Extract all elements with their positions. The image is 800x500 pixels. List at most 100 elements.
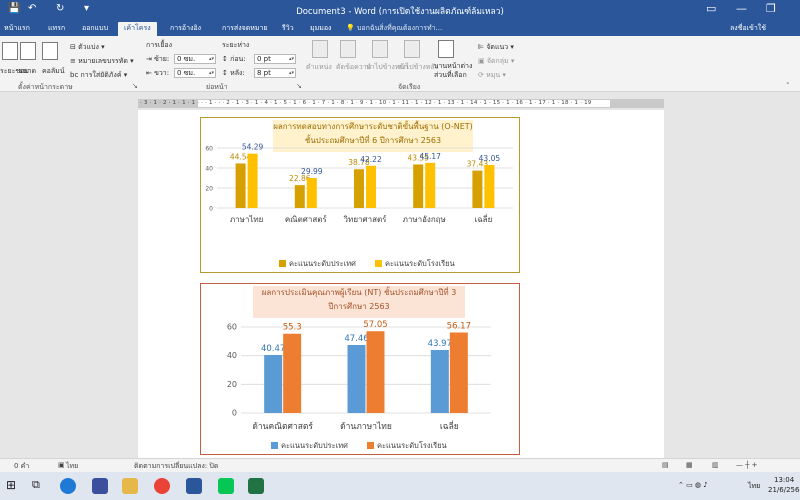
x-tick-label: เฉลี่ย — [440, 420, 459, 432]
file-explorer-icon[interactable] — [122, 478, 138, 494]
selection-pane-icon[interactable] — [438, 40, 454, 58]
data-label: 56.17 — [447, 321, 471, 331]
data-label: 54.29 — [242, 143, 264, 152]
status-bar: 0 คำ ▣ ไทย ติดตามการเปลี่ยนแปลง: ปิด ▤ ▦… — [0, 458, 800, 472]
tab-design[interactable]: ออกแบบ — [82, 22, 108, 36]
tab-review[interactable]: รีวิว — [282, 22, 294, 36]
bar — [347, 344, 366, 413]
window-title: Document3 - Word (การเปิดใช้งานผลิตภัณฑ์… — [296, 7, 504, 17]
x-tick-label: เฉลี่ย — [475, 213, 493, 224]
print-layout-icon[interactable]: ▦ — [686, 461, 693, 469]
bar — [283, 333, 302, 413]
columns-icon[interactable] — [42, 42, 58, 60]
chart-nt[interactable]: ผลการประเมินคุณภาพผู้เรียน (NT) ชั้นประถ… — [200, 283, 520, 455]
input-language[interactable]: ไทย — [748, 481, 760, 492]
legend-label: คะแนนระดับโรงเรียน — [377, 441, 447, 450]
indent-right-input[interactable]: 0 ซม. — [174, 68, 216, 78]
word-icon[interactable] — [186, 478, 202, 494]
collapse-ribbon-icon[interactable]: ˄ — [786, 82, 790, 90]
line-icon[interactable] — [218, 478, 234, 494]
word-count[interactable]: 0 คำ — [14, 461, 29, 472]
bar — [449, 332, 468, 413]
spacing-before-input[interactable]: 0 pt — [254, 54, 296, 64]
tab-layout[interactable]: เค้าโครง — [118, 22, 157, 36]
bar — [484, 164, 495, 208]
tell-me-search[interactable]: 💡 บอกฉันสิ่งที่คุณต้องการทำ... — [346, 22, 442, 36]
read-mode-icon[interactable]: ▤ — [662, 461, 669, 469]
tab-mailings[interactable]: การส่งจดหมาย — [222, 22, 268, 36]
legend-swatch — [271, 442, 278, 449]
chart-onet[interactable]: ผลการทดสอบทางการศึกษาระดับชาติขั้นพื้นฐา… — [200, 117, 520, 273]
rotate-button[interactable]: ⟳ หมุน ▾ — [478, 70, 506, 81]
selection-pane-button[interactable]: บานหน้าต่างส่วนที่เลือก — [434, 62, 474, 80]
clock-time[interactable]: 13:04 — [774, 476, 794, 484]
tab-home[interactable]: หน้าแรก — [4, 22, 30, 36]
data-label: 43.97 — [428, 339, 452, 349]
margins-icon[interactable] — [2, 42, 18, 60]
edge-icon[interactable] — [60, 478, 76, 494]
ruler-right-margin — [610, 99, 664, 108]
bar — [472, 170, 483, 208]
line-numbers-button[interactable]: ≡ หมายเลขบรรทัด ▾ — [70, 56, 134, 67]
page-setup-group-label: ตั้งค่าหน้ากระดาษ — [18, 83, 73, 91]
position-button[interactable]: ตำแหน่ง — [306, 62, 332, 73]
align-button[interactable]: ⊫ จัดแนว ▾ — [478, 42, 514, 53]
y-tick-label: 60 — [205, 146, 213, 153]
data-label: 42.22 — [360, 155, 382, 164]
taskbar: ⊞ ⧉ ⌃ ▭ ◍ ♪ ไทย 13:04 21/6/2564 — [0, 472, 800, 500]
chart-plot: 0 20 40 60 40.47 55.3 ด้านคณิตศาสตร์ 47.46 57.05… — [227, 320, 491, 450]
excel-icon[interactable] — [248, 478, 264, 494]
x-tick-label: ภาษาอังกฤษ — [403, 215, 446, 224]
columns-button[interactable]: คอลัมน์ — [42, 66, 65, 77]
data-label: 43.05 — [479, 154, 501, 163]
signin-link[interactable]: ลงชื่อเข้าใช้ — [730, 22, 766, 36]
language-status[interactable]: ไทย — [66, 461, 78, 472]
paragraph-launcher-icon[interactable]: ↘ — [296, 82, 302, 90]
minimize-icon[interactable]: — — [736, 2, 747, 15]
hyphenation-button[interactable]: bc การใส่ยัติภังค์ ▾ — [70, 70, 127, 81]
restore-icon[interactable]: ❐ — [766, 2, 776, 15]
start-icon[interactable]: ⊞ — [6, 478, 22, 494]
bar — [413, 164, 424, 208]
tab-insert[interactable]: แทรก — [48, 22, 65, 36]
ribbon-display-options-icon[interactable]: ▭ — [706, 2, 716, 15]
position-icon[interactable] — [312, 40, 328, 58]
track-changes-status[interactable]: ติดตามการเปลี่ยนแปลง: ปิด — [134, 461, 218, 472]
bar — [264, 354, 283, 413]
y-tick-label: 0 — [232, 409, 237, 418]
legend-label: คะแนนระดับประเทศ — [289, 259, 356, 268]
x-tick-label: ด้านคณิตศาสตร์ — [252, 421, 313, 432]
y-tick-label: 0 — [209, 206, 213, 213]
clock-date[interactable]: 21/6/2564 — [768, 486, 800, 494]
chrome-icon[interactable] — [154, 478, 170, 494]
proofing-icon[interactable]: ▣ — [58, 461, 65, 469]
tab-view[interactable]: มุมมอง — [310, 22, 331, 36]
tray-icons[interactable]: ⌃ ▭ ◍ ♪ — [678, 481, 708, 489]
group-button[interactable]: ▣ จัดกลุ่ม ▾ — [478, 56, 514, 67]
zoom-slider[interactable]: — ┼ + — [736, 461, 758, 469]
send-backward-button[interactable]: ส่งไปข้างหลัง — [398, 62, 438, 73]
title-bar: 💾 ↶ ↻ ▾ Document3 - Word (การเปิดใช้งานผ… — [0, 0, 800, 20]
bar — [430, 349, 449, 413]
bar — [294, 185, 305, 208]
bar — [247, 153, 258, 208]
indent-left-input[interactable]: 0 ซม. — [174, 54, 216, 64]
arrange-group-label: จัดเรียง — [398, 83, 421, 91]
send-backward-icon[interactable] — [404, 40, 420, 58]
ruler-ticks: · 3 · 1 · 2 · 1 · 1 · 1 · · · 1 · · · 2 … — [140, 100, 592, 106]
breaks-button[interactable]: ⊟ ตัวแบ่ง ▾ — [70, 42, 105, 53]
web-layout-icon[interactable]: ▥ — [712, 461, 719, 469]
page-setup-launcher-icon[interactable]: ↘ — [132, 82, 138, 90]
orientation-icon[interactable] — [20, 42, 36, 60]
tab-references[interactable]: การอ้างอิง — [170, 22, 201, 36]
task-view-icon[interactable]: ⧉ — [32, 478, 48, 494]
y-tick-label: 20 — [205, 186, 213, 193]
store-icon[interactable] — [92, 478, 108, 494]
bring-forward-icon[interactable] — [372, 40, 388, 58]
legend-swatch — [375, 260, 382, 267]
bar — [366, 165, 376, 208]
y-tick-label: 20 — [227, 380, 237, 389]
size-button[interactable]: ขนาด — [18, 66, 36, 77]
spacing-after-input[interactable]: 8 pt — [254, 68, 296, 78]
wrap-text-icon[interactable] — [340, 40, 356, 58]
